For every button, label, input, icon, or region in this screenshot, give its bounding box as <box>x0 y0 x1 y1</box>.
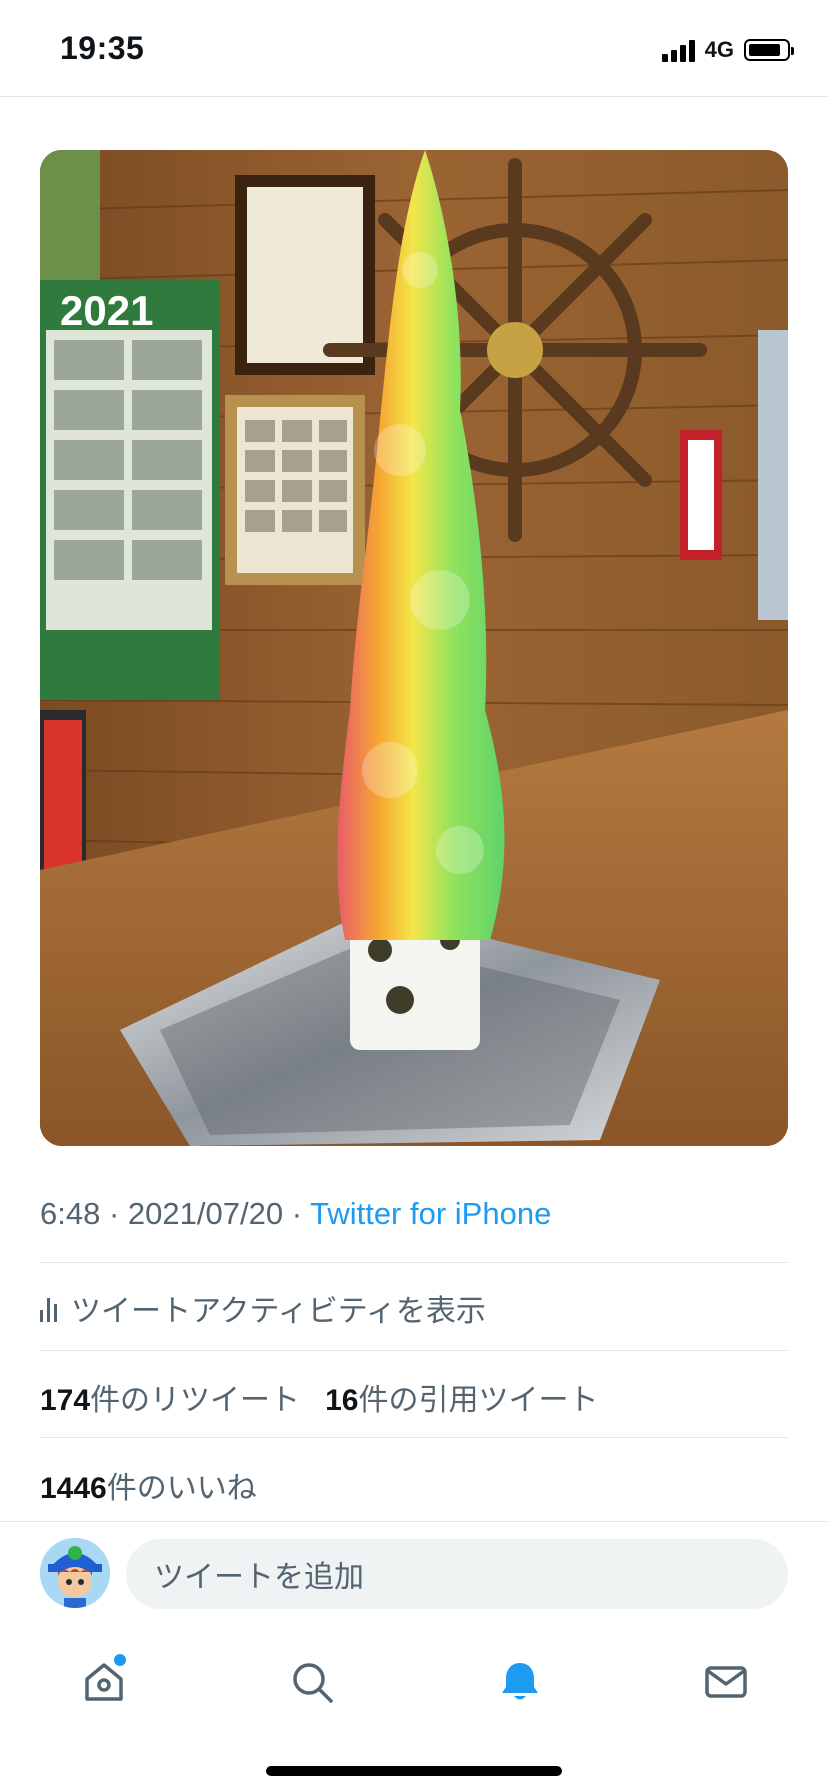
likes-link[interactable]: 1446件のいいね <box>40 1463 257 1507</box>
tab-notifications[interactable] <box>490 1652 550 1712</box>
like-label: 件のいいね <box>106 1472 257 1505</box>
tweet-photo[interactable]: 2021 <box>40 150 788 1146</box>
tweet-time: 6:48 <box>40 1196 101 1231</box>
tab-search[interactable] <box>282 1652 342 1712</box>
engagement-stats: 174件のリツイート 16件の引用ツイート <box>40 1375 598 1419</box>
quote-count: 16 <box>325 1384 359 1417</box>
home-notification-dot <box>114 1654 126 1666</box>
analytics-icon <box>40 1294 57 1322</box>
tab-home[interactable] <box>74 1652 134 1712</box>
tab-bar <box>0 1626 828 1736</box>
signal-icon <box>661 38 695 62</box>
tweet-date: 2021/07/20 <box>127 1196 284 1231</box>
bell-icon <box>502 1663 538 1700</box>
reply-bar: ツイートを追加 <box>0 1522 828 1626</box>
tweet-meta: 6:48 · 2021/07/20 · Twitter for iPhone <box>40 1196 551 1232</box>
quote-label: 件の引用ツイート <box>358 1384 599 1417</box>
quotes-link[interactable]: 16件の引用ツイート <box>325 1384 598 1417</box>
status-indicators: 4G <box>661 36 794 64</box>
meta-separator: · <box>108 1196 120 1231</box>
svg-text:2021: 2021 <box>60 287 153 334</box>
header-divider <box>0 96 828 97</box>
status-time: 19:35 <box>60 30 145 66</box>
tweet-source-link[interactable]: Twitter for iPhone <box>310 1196 551 1231</box>
like-count: 1446 <box>40 1472 107 1505</box>
retweets-link[interactable]: 174件のリツイート <box>40 1384 300 1417</box>
avatar[interactable] <box>40 1538 110 1608</box>
search-icon <box>293 1663 333 1703</box>
home-indicator[interactable] <box>266 1766 562 1776</box>
battery-icon <box>744 39 794 61</box>
meta-separator: · <box>291 1196 303 1231</box>
divider <box>40 1262 788 1263</box>
tweet-activity-button[interactable]: ツイートアクティビティを表示 <box>40 1286 486 1330</box>
tab-messages[interactable] <box>696 1652 756 1712</box>
divider <box>40 1437 788 1438</box>
retweet-count: 174 <box>40 1384 91 1417</box>
status-bar: 19:35 4G <box>0 0 828 96</box>
retweet-label: 件のリツイート <box>90 1384 301 1417</box>
reply-input[interactable]: ツイートを追加 <box>126 1539 788 1609</box>
activity-label: ツイートアクティビティを表示 <box>71 1295 486 1328</box>
divider <box>40 1350 788 1351</box>
shave-ice-photo: 2021 <box>40 150 788 1146</box>
network-type: 4G <box>704 37 734 62</box>
mail-icon <box>705 1666 747 1698</box>
